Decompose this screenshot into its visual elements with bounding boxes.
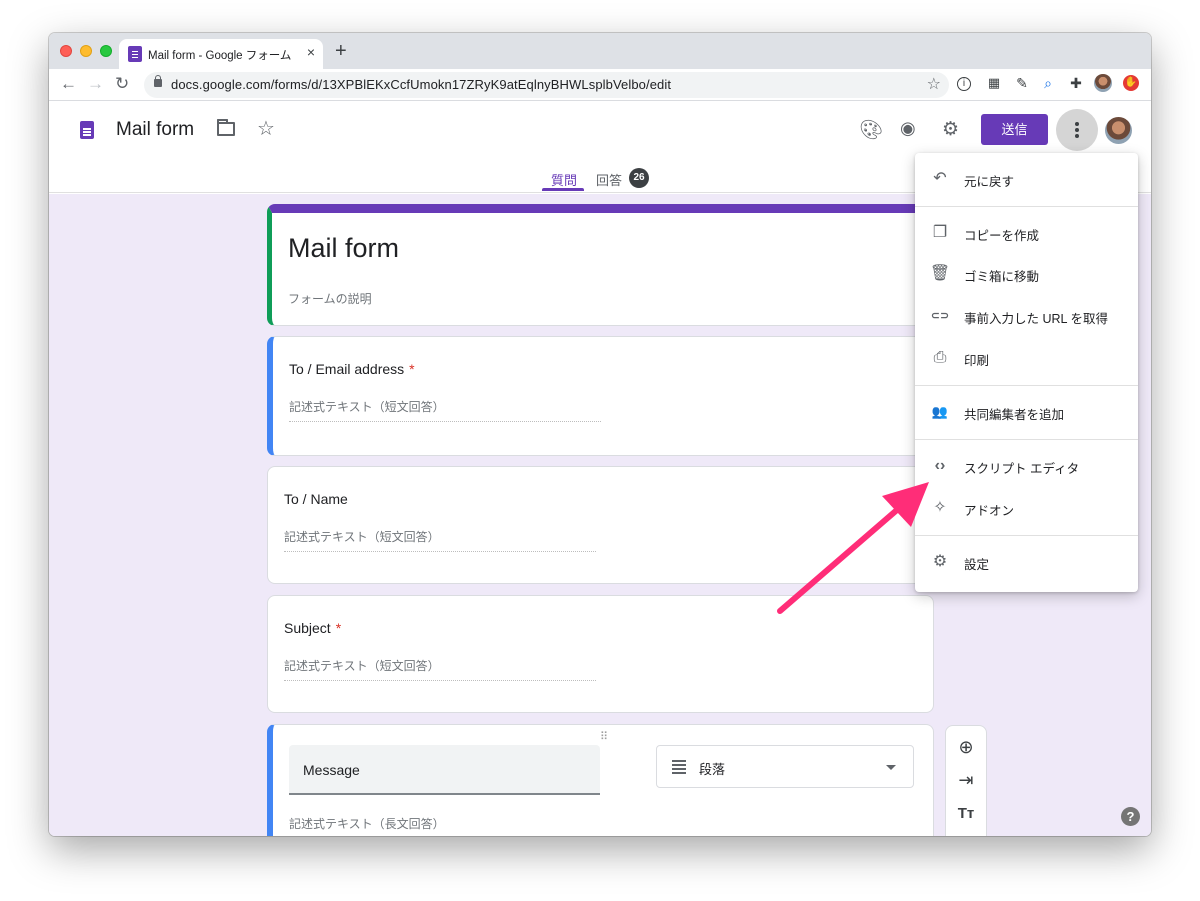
help-icon[interactable]: ? xyxy=(1121,807,1140,826)
menu-item-prefilled-url[interactable]: ⊂⊃ 事前入力した URL を取得 xyxy=(915,296,1138,336)
question-title: To / Name xyxy=(284,491,348,507)
trash-icon: 🗑 xyxy=(929,265,951,282)
lock-icon xyxy=(154,75,162,87)
url-text[interactable]: docs.google.com/forms/d/13XPBlEKxCcfUmok… xyxy=(171,77,671,92)
star-icon[interactable]: ☆ xyxy=(257,116,275,141)
tab-strip: Mail form - Google フォーム × + xyxy=(49,33,1151,69)
active-tab-indicator xyxy=(542,188,584,191)
menu-item-script-editor[interactable]: ‹› スクリプト エディタ xyxy=(915,446,1138,486)
info-icon[interactable]: i xyxy=(957,77,971,91)
new-tab-button[interactable]: + xyxy=(335,40,347,63)
required-mark: * xyxy=(409,361,415,377)
tab-responses[interactable]: 回答 xyxy=(596,170,622,189)
form-description[interactable]: フォームの説明 xyxy=(288,290,372,307)
forms-favicon-icon xyxy=(128,46,142,62)
menu-item-label: 事前入力した URL を取得 xyxy=(964,312,1108,326)
question-card[interactable]: To / Name 記述式テキスト（短文回答） xyxy=(267,466,934,584)
browser-window: Mail form - Google フォーム × + ← → ↻ docs.g… xyxy=(49,33,1151,836)
question-side-toolbar: ⊕ ⇥ Tт xyxy=(945,725,987,836)
short-answer-hint: 記述式テキスト（短文回答） xyxy=(284,657,596,681)
settings-gear-icon[interactable]: ⚙ xyxy=(942,118,959,141)
menu-item-label: コピーを作成 xyxy=(964,229,1040,243)
question-card[interactable]: Subject * 記述式テキスト（短文回答） xyxy=(267,595,934,713)
zoom-window-button[interactable] xyxy=(100,45,112,57)
qr-icon[interactable]: ▦ xyxy=(985,74,1003,92)
menu-divider xyxy=(915,535,1138,536)
menu-item-label: スクリプト エディタ xyxy=(964,462,1080,476)
menu-item-label: アドオン xyxy=(964,504,1015,518)
copy-icon: ❐ xyxy=(932,224,948,241)
reload-icon[interactable]: ↻ xyxy=(115,74,129,94)
menu-item-settings[interactable]: ⚙ 設定 xyxy=(915,542,1138,582)
eyedropper-icon[interactable]: ✎ xyxy=(1013,74,1031,92)
close-window-button[interactable] xyxy=(60,45,72,57)
menu-item-print[interactable]: ⎙ 印刷 xyxy=(915,338,1138,378)
forms-app-icon[interactable] xyxy=(80,121,94,139)
more-vert-icon xyxy=(1075,122,1079,126)
palette-icon[interactable]: 🎨︎ xyxy=(859,118,883,142)
chevron-down-icon xyxy=(886,765,896,770)
form-title-card[interactable]: Mail form フォームの説明 xyxy=(267,204,934,326)
question-title: To / Email address * xyxy=(289,361,415,377)
add-people-icon: 👥 xyxy=(931,404,949,419)
undo-icon: ↶ xyxy=(933,170,947,187)
question-title-input[interactable]: Message xyxy=(289,745,600,795)
question-card-active[interactable]: ⠿ Message 段落 記述式テキスト（長文回答） xyxy=(267,724,934,836)
adblock-icon[interactable]: ✋ xyxy=(1123,75,1139,91)
menu-item-move-to-trash[interactable]: 🗑 ゴミ箱に移動 xyxy=(915,254,1138,294)
address-bar[interactable]: docs.google.com/forms/d/13XPBlEKxCcfUmok… xyxy=(144,72,949,98)
print-icon: ⎙ xyxy=(933,349,947,366)
menu-item-addons[interactable]: ✧ アドオン xyxy=(915,488,1138,528)
paragraph-icon xyxy=(672,760,686,762)
search-icon[interactable]: ⌕ xyxy=(1039,74,1057,92)
menu-item-label: 元に戻す xyxy=(964,175,1015,189)
browser-toolbar: ← → ↻ docs.google.com/forms/d/13XPBlEKxC… xyxy=(49,69,1151,101)
short-answer-hint: 記述式テキスト（短文回答） xyxy=(289,398,601,422)
responses-count-badge: 26 xyxy=(629,168,649,188)
import-questions-icon[interactable]: ⇥ xyxy=(946,770,986,791)
long-answer-hint: 記述式テキスト（長文回答） xyxy=(289,815,819,836)
bookmark-star-icon[interactable]: ☆ xyxy=(927,74,941,94)
menu-item-label: 印刷 xyxy=(964,354,990,368)
form-name[interactable]: Mail form xyxy=(116,119,194,141)
minimize-window-button[interactable] xyxy=(80,45,92,57)
tab-title: Mail form - Google フォーム xyxy=(148,50,292,62)
add-question-icon[interactable]: ⊕ xyxy=(946,737,986,758)
person-settings-icon: ⚙ xyxy=(932,553,948,570)
account-avatar[interactable] xyxy=(1105,117,1132,144)
question-type-select[interactable]: 段落 xyxy=(656,745,914,788)
drag-handle-icon[interactable]: ⠿ xyxy=(600,730,609,743)
menu-divider xyxy=(915,206,1138,207)
link-icon: ⊂⊃ xyxy=(930,310,950,322)
menu-item-label: 設定 xyxy=(964,558,990,572)
tab-questions[interactable]: 質問 xyxy=(551,170,577,189)
send-button[interactable]: 送信 xyxy=(981,114,1048,145)
required-mark: * xyxy=(335,620,342,636)
add-title-icon[interactable]: Tт xyxy=(946,805,986,822)
puzzle-icon[interactable]: ✚ xyxy=(1067,74,1085,92)
menu-item-label: ゴミ箱に移動 xyxy=(964,270,1040,284)
browser-tab[interactable]: Mail form - Google フォーム × xyxy=(119,39,323,69)
menu-item-label: 共同編集者を追加 xyxy=(964,408,1065,422)
more-options-button[interactable] xyxy=(1056,109,1098,151)
menu-item-add-collaborators[interactable]: 👥 共同編集者を追加 xyxy=(915,392,1138,432)
question-type-label: 段落 xyxy=(699,762,726,777)
tab-close-icon[interactable]: × xyxy=(307,44,315,60)
menu-item-make-copy[interactable]: ❐ コピーを作成 xyxy=(915,213,1138,253)
form-title[interactable]: Mail form xyxy=(288,233,399,264)
short-answer-hint: 記述式テキスト（短文回答） xyxy=(284,528,596,552)
menu-divider xyxy=(915,385,1138,386)
folder-icon[interactable] xyxy=(217,119,235,136)
menu-item-undo[interactable]: ↶ 元に戻す xyxy=(915,159,1138,199)
more-options-menu: ↶ 元に戻す ❐ コピーを作成 🗑 ゴミ箱に移動 ⊂⊃ 事前入力した URL を… xyxy=(915,153,1138,592)
preview-eye-icon[interactable]: ◉ xyxy=(900,118,916,139)
puzzle-icon: ✧ xyxy=(933,499,947,516)
forward-icon[interactable]: → xyxy=(87,74,104,94)
question-card[interactable]: To / Email address * 記述式テキスト（短文回答） xyxy=(267,336,934,456)
code-icon: ‹› xyxy=(934,457,946,474)
profile-icon[interactable] xyxy=(1094,74,1112,92)
back-icon[interactable]: ← xyxy=(60,74,77,94)
menu-divider xyxy=(915,439,1138,440)
question-title: Subject * xyxy=(284,620,342,636)
